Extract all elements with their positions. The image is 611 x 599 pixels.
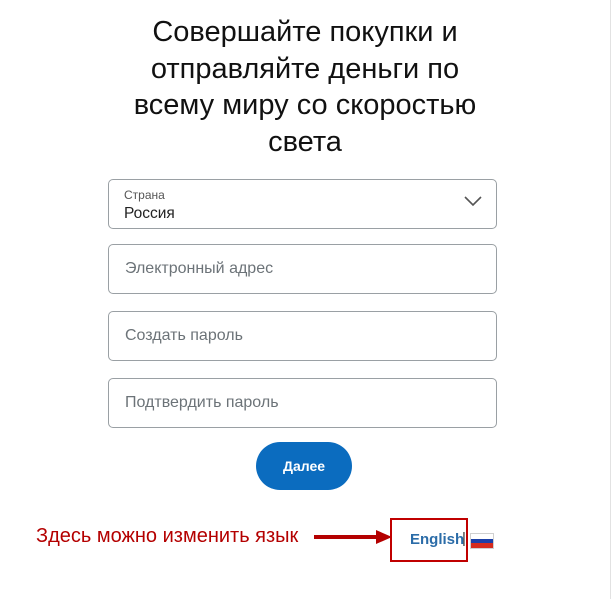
country-value: Россия xyxy=(124,205,175,222)
password-field-wrapper xyxy=(108,311,497,361)
language-separator: | xyxy=(462,530,466,547)
confirm-password-field-wrapper xyxy=(108,378,497,428)
create-password-field[interactable] xyxy=(109,312,496,360)
headline-line-3: всему миру со скоростью xyxy=(133,89,477,121)
language-hint-annotation: Здесь можно изменить язык xyxy=(36,525,299,547)
headline-line-4: света xyxy=(268,125,342,158)
headline-line-1: Совершайте покупки и xyxy=(152,16,458,48)
email-field-wrapper xyxy=(108,244,497,294)
language-english-link[interactable]: English xyxy=(410,531,464,548)
russia-flag-icon[interactable] xyxy=(471,534,493,549)
headline-line-2: отправляйте деньги по xyxy=(150,52,460,85)
chevron-down-icon xyxy=(464,196,482,207)
country-select[interactable]: Страна Россия xyxy=(108,179,497,229)
country-label: Страна xyxy=(124,188,165,202)
page-headline: Совершайте покупки и отправляйте деньги … xyxy=(60,14,550,160)
next-button[interactable]: Далее xyxy=(256,442,352,490)
confirm-password-field[interactable] xyxy=(109,379,496,427)
arrow-right-icon xyxy=(314,530,392,544)
email-field[interactable] xyxy=(109,245,496,293)
